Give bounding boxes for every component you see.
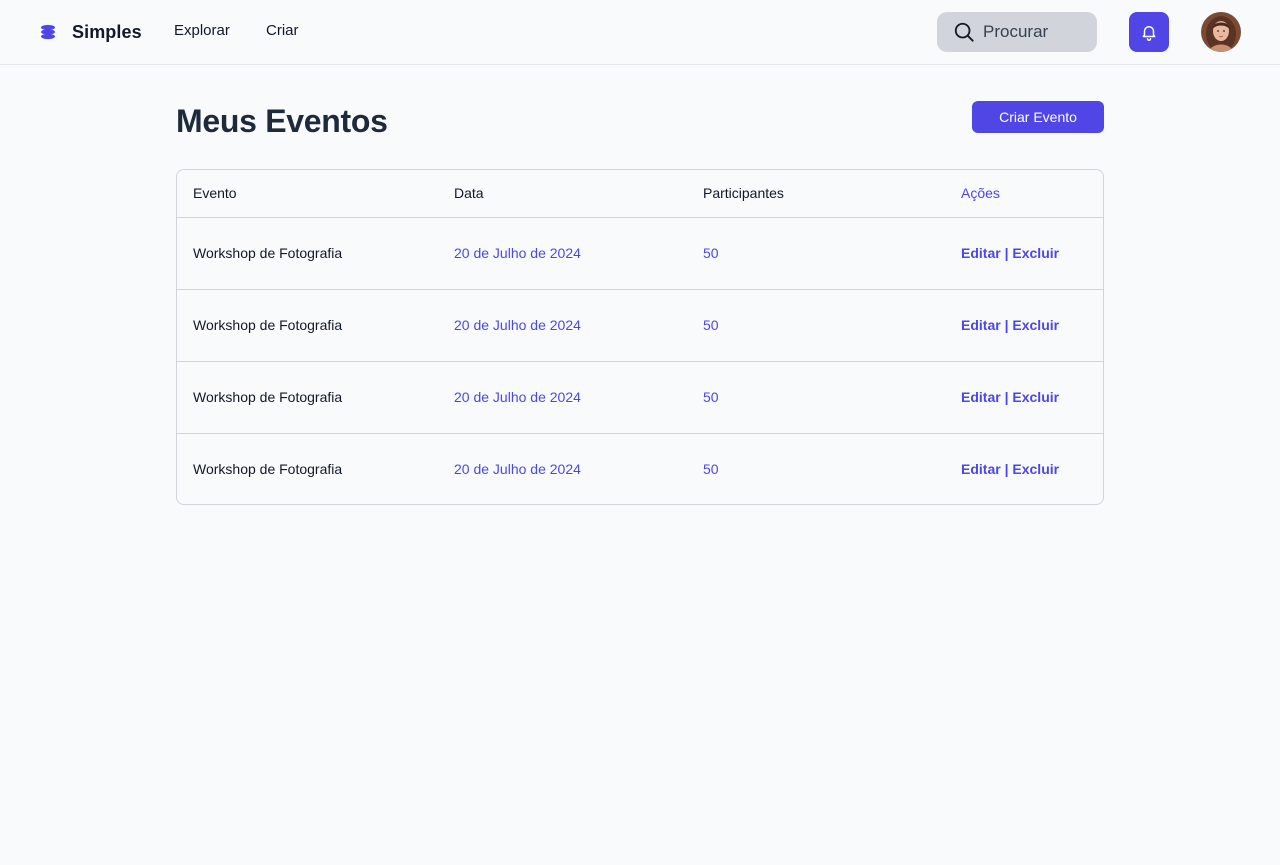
search-input[interactable]: [983, 22, 1083, 42]
delete-link[interactable]: Excluir: [1012, 317, 1059, 333]
nav-explorar[interactable]: Explorar: [174, 22, 230, 39]
user-avatar[interactable]: [1201, 12, 1241, 52]
action-separator: |: [1004, 317, 1009, 333]
edit-link[interactable]: Editar: [961, 389, 1001, 405]
events-table: Evento Data Participantes Ações Workshop…: [176, 169, 1104, 505]
edit-link[interactable]: Editar: [961, 461, 1001, 477]
column-header-participantes: Participantes: [703, 185, 784, 202]
delete-link[interactable]: Excluir: [1012, 245, 1059, 261]
event-name-cell: Workshop de Fotografia: [193, 461, 343, 478]
event-date-cell: 20 de Julho de 2024: [454, 317, 581, 333]
nav-criar[interactable]: Criar: [266, 22, 299, 39]
bell-icon: [1142, 26, 1156, 41]
column-header-acoes: Ações: [961, 185, 1000, 202]
actions-cell: Editar | Excluir: [945, 289, 1103, 361]
delete-link[interactable]: Excluir: [1012, 461, 1059, 477]
avatar-image: [1201, 12, 1241, 52]
brand-name: Simples: [72, 21, 142, 42]
participants-cell: 50: [703, 389, 719, 405]
create-event-button[interactable]: Criar Evento: [972, 101, 1104, 133]
column-header-evento: Evento: [193, 185, 237, 202]
participants-cell: 50: [703, 245, 719, 261]
search-icon: [954, 22, 974, 42]
event-date-cell: 20 de Julho de 2024: [454, 389, 581, 405]
event-name-cell: Workshop de Fotografia: [193, 317, 343, 333]
participants-cell: 50: [703, 317, 719, 333]
page-title: Meus Eventos: [176, 103, 388, 139]
brand-logo[interactable]: Simples: [40, 20, 142, 44]
action-separator: |: [1004, 461, 1009, 478]
edit-link[interactable]: Editar: [961, 317, 1001, 333]
table-header-row: Evento Data Participantes Ações: [177, 170, 1103, 217]
delete-link[interactable]: Excluir: [1012, 389, 1059, 405]
stack-icon: [41, 24, 55, 40]
search-box[interactable]: [937, 12, 1097, 52]
column-header-data: Data: [454, 185, 484, 202]
top-navigation: Simples Explorar Criar: [0, 0, 1280, 65]
event-date-cell: 20 de Julho de 2024: [454, 245, 581, 261]
event-name-cell: Workshop de Fotografia: [193, 389, 343, 405]
table-row: Workshop de Fotografia 20 de Julho de 20…: [177, 433, 1103, 504]
actions-cell: Editar | Excluir: [945, 361, 1103, 433]
edit-link[interactable]: Editar: [961, 245, 1001, 261]
notifications-button[interactable]: [1129, 12, 1169, 52]
table-row: Workshop de Fotografia 20 de Julho de 20…: [177, 361, 1103, 433]
table-row: Workshop de Fotografia 20 de Julho de 20…: [177, 217, 1103, 289]
action-separator: |: [1004, 245, 1009, 261]
actions-cell: Editar | Excluir: [945, 217, 1103, 289]
actions-cell: Editar | Excluir: [945, 433, 1103, 504]
participants-cell: 50: [703, 461, 719, 478]
table-row: Workshop de Fotografia 20 de Julho de 20…: [177, 289, 1103, 361]
action-separator: |: [1004, 389, 1009, 405]
event-date-cell: 20 de Julho de 2024: [454, 461, 581, 478]
event-name-cell: Workshop de Fotografia: [193, 245, 343, 261]
